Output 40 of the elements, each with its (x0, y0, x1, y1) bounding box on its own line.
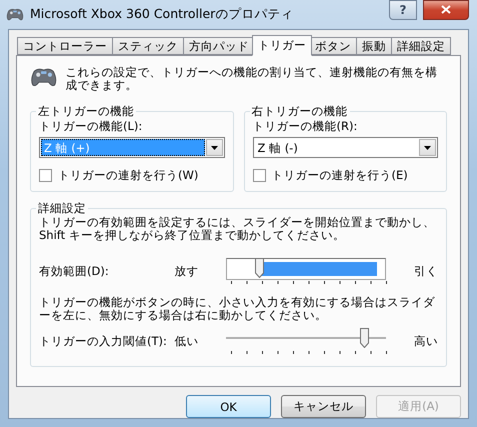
dialog-button[interactable]: キャンセル (281, 395, 366, 418)
tab[interactable]: ボタン (309, 37, 357, 55)
slider-min-label: 放す (174, 264, 200, 278)
checkbox-label: トリガーの連射を行う(E) (272, 168, 408, 183)
instruction-text: トリガーの有効範囲を設定するには、スライダーを開始位置まで動かし、Shift キーを押しながら終了位置まで動かしてください。 (39, 216, 436, 242)
help-button[interactable]: ? (389, 0, 417, 20)
checkbox-label: トリガーの連射を行う(W) (58, 168, 198, 183)
caret-icon (424, 146, 431, 150)
dropdown-button[interactable] (206, 139, 222, 156)
tab[interactable]: スティック (112, 37, 184, 55)
instruction-text: トリガーの機能がボタンの時に、小さい入力を有効にする場合はスライダーを左に、無効にする場合は右に動かしてください。 (39, 296, 436, 322)
range-slider-track[interactable] (226, 258, 386, 280)
tab[interactable]: トリガー (252, 35, 312, 56)
group-title: 左トリガーの機能 (37, 104, 135, 119)
dialog-button[interactable]: OK (186, 395, 271, 418)
gamepad-icon (6, 7, 24, 22)
group-title: 詳細設定 (37, 201, 87, 216)
slider-label: トリガーの入力閾値(T): (39, 334, 168, 348)
close-button[interactable] (423, 0, 469, 20)
slider-max-label: 高い (413, 334, 438, 348)
close-icon (441, 5, 451, 14)
slider-thumb[interactable] (360, 328, 368, 348)
description-text: これらの設定で、トリガーへの機能の割り当て、連射機能の有無を構成できます。 (66, 64, 438, 92)
slider-max-label: 引く (413, 264, 438, 278)
tab[interactable]: 振動 (356, 37, 392, 55)
slider-thumb[interactable] (254, 258, 264, 278)
checkbox[interactable] (39, 169, 52, 182)
field-label: トリガーの機能(L): (39, 119, 144, 134)
tab[interactable]: 詳細設定 (391, 37, 451, 55)
slider-min-label: 低い (174, 334, 200, 348)
dropdown-button[interactable] (419, 139, 436, 156)
checkbox[interactable] (252, 169, 266, 182)
field-label: トリガーの機能(R): (252, 119, 358, 134)
tab[interactable]: コントローラー (17, 37, 113, 55)
dropdown-field[interactable]: Z 軸 (-) (252, 137, 438, 158)
group-title: 右トリガーの機能 (250, 104, 348, 119)
slider-label: 有効範囲(D): (39, 264, 110, 278)
caret-icon (210, 146, 218, 150)
window-title: Microsoft Xbox 360 Controllerのプロパティ (30, 6, 294, 23)
tab[interactable]: 方向パッド (183, 37, 255, 55)
